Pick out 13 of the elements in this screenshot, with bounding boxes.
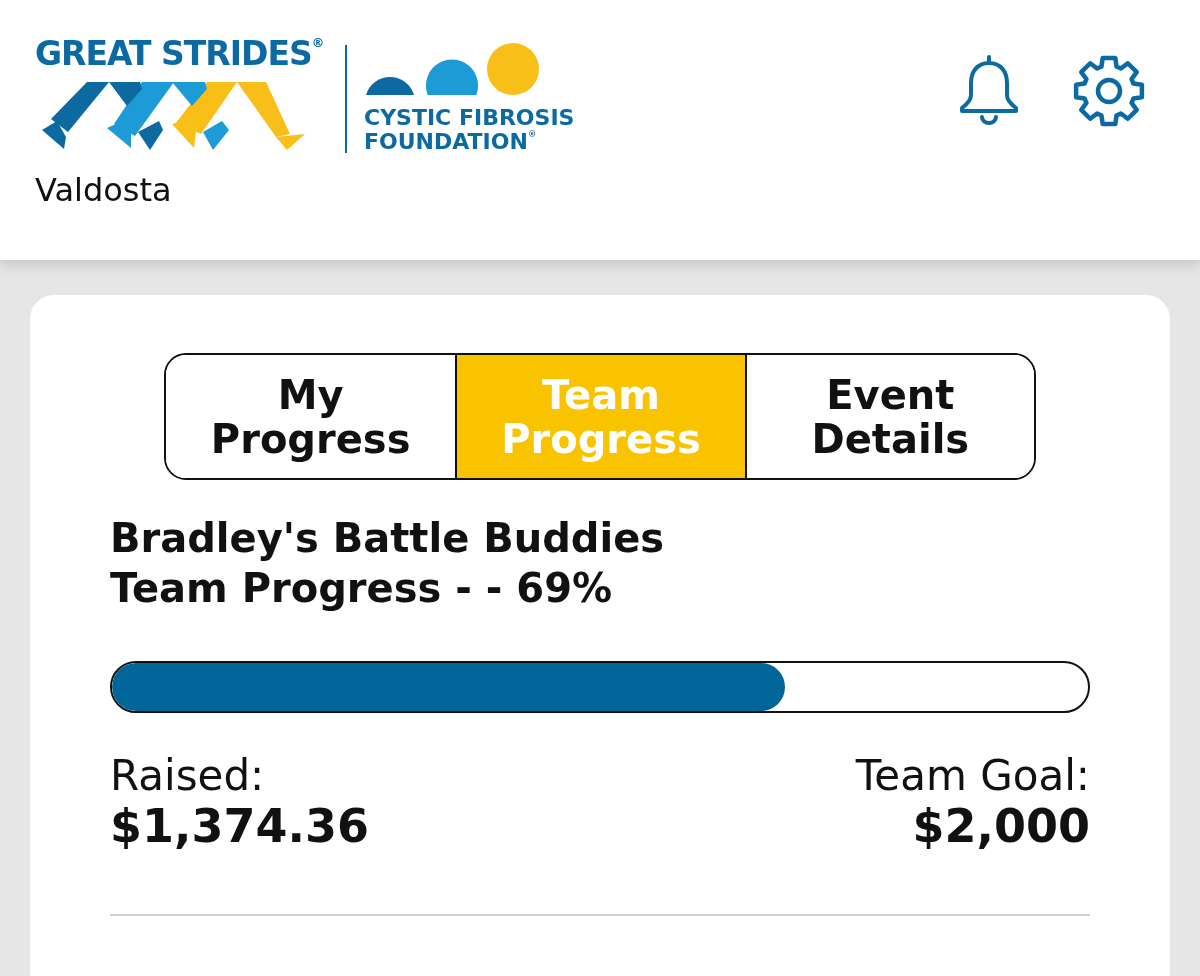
progress-text: Team Progress - - 69% xyxy=(110,564,613,613)
goal-label: Team Goal: xyxy=(855,752,1090,800)
logo-org-name: CYSTIC FIBROSIS FOUNDATION$^{®}$ xyxy=(364,106,575,154)
raised-amount: $1,374.36 xyxy=(110,800,369,852)
goal-amount: $2,000 xyxy=(912,800,1090,852)
tab[interactable]: Event Details xyxy=(744,355,1034,478)
circles-logo-icon xyxy=(364,43,539,95)
raised-label: Raised: xyxy=(110,752,265,800)
logo-wordmark: GREAT STRIDES$^{®}$ xyxy=(35,37,325,70)
team-name: Bradley's Battle Buddies xyxy=(110,514,665,563)
location-label: Valdosta xyxy=(35,171,172,209)
settings-icon[interactable] xyxy=(1073,55,1145,127)
bell-icon[interactable] xyxy=(958,55,1020,125)
